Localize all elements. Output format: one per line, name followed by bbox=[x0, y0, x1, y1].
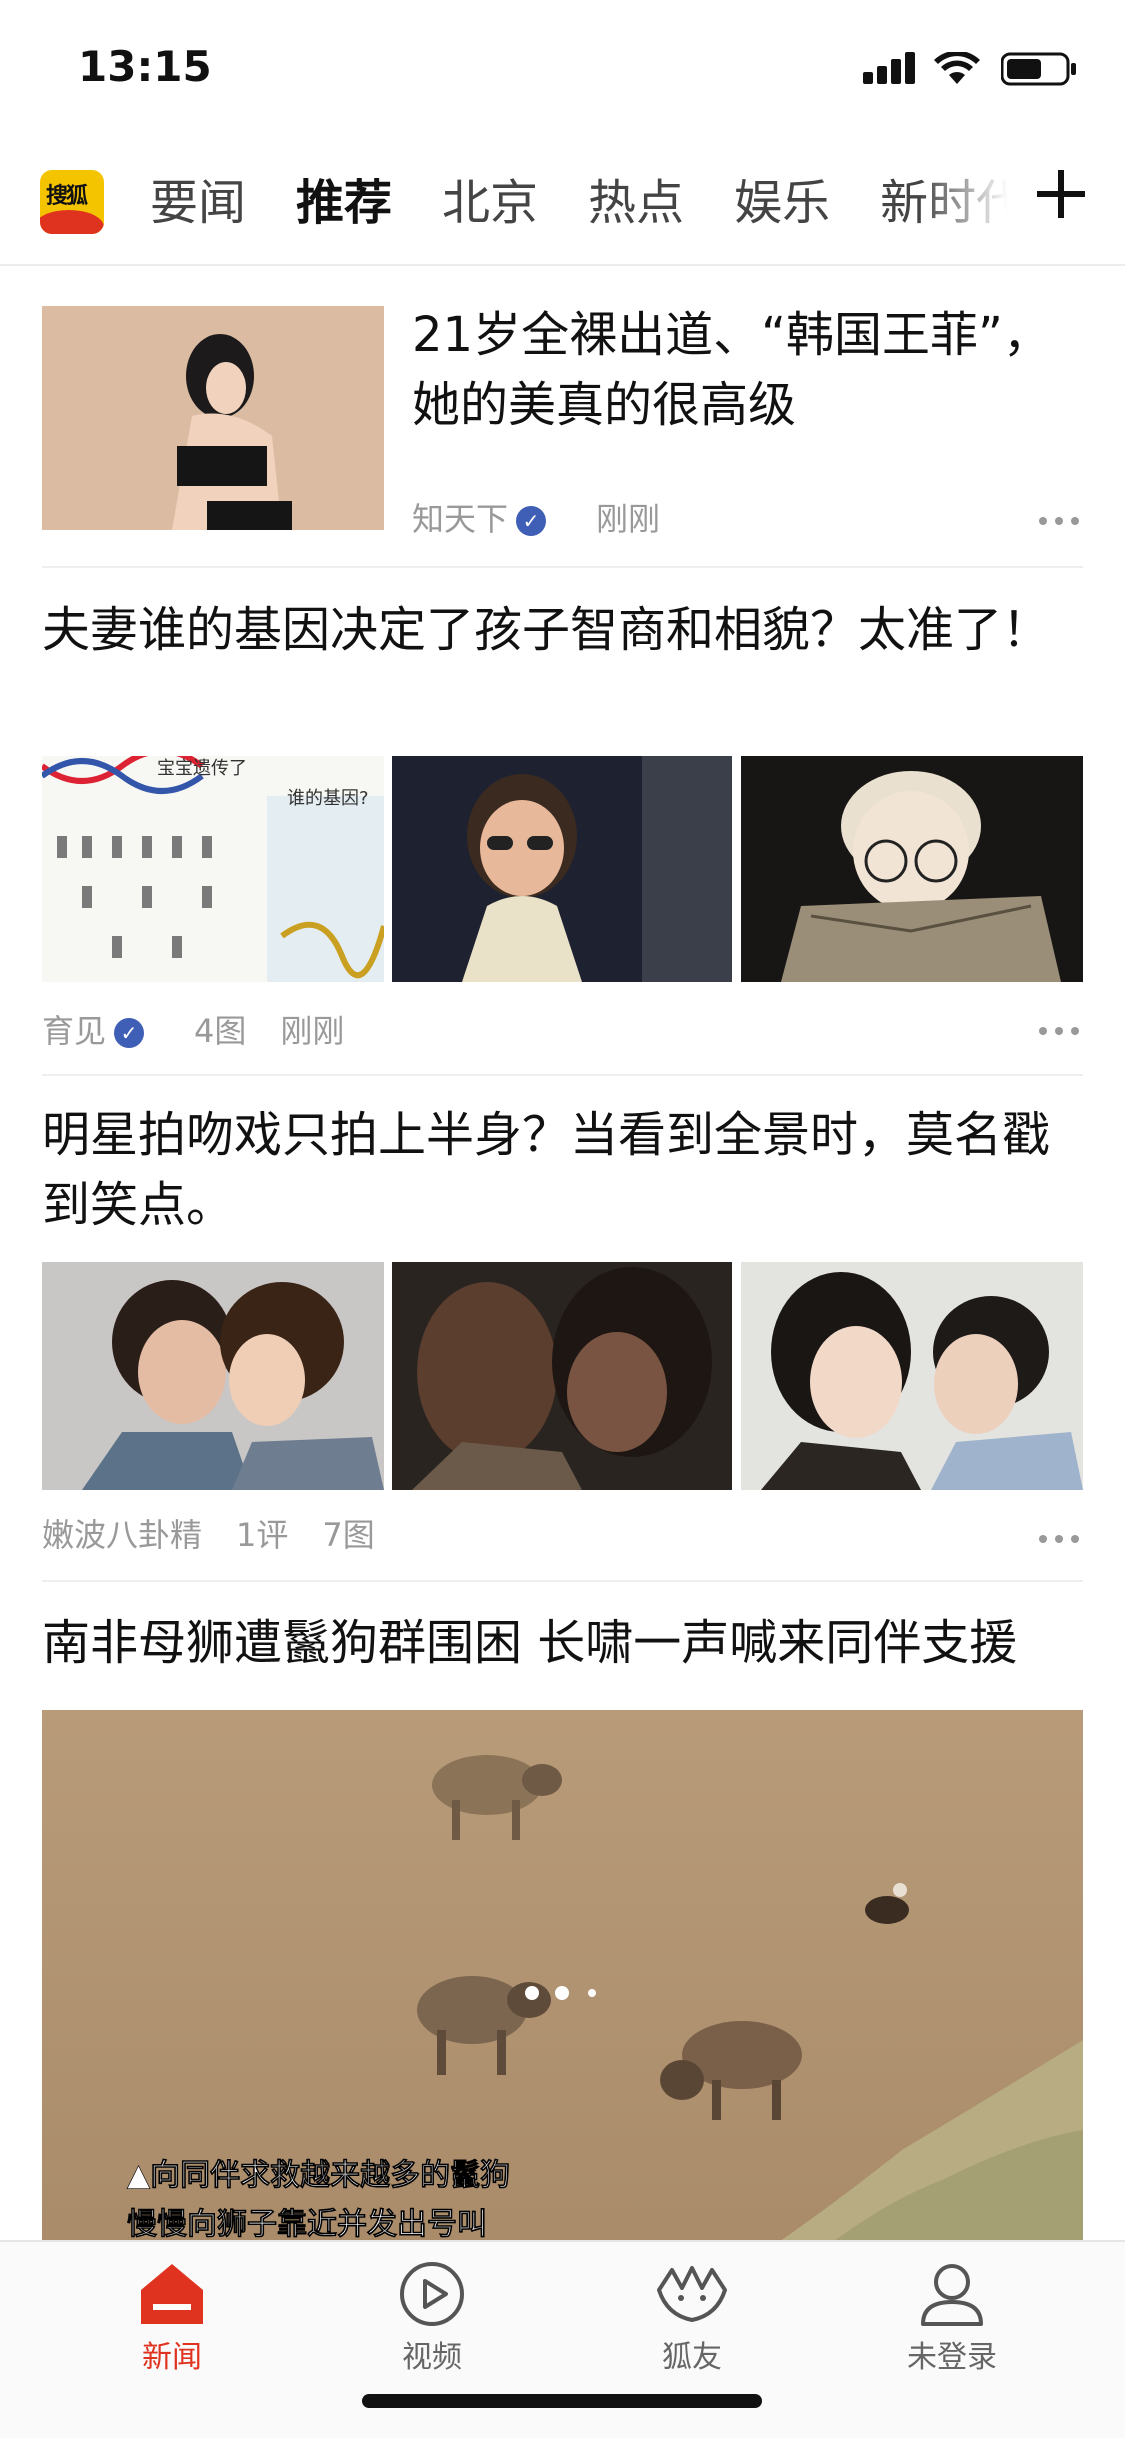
article-2-meta: 育见 ✓ 4图 刚刚 bbox=[42, 1006, 378, 1052]
article-3-comments[interactable]: 1评 bbox=[236, 1516, 288, 1554]
article-3-image-3[interactable] bbox=[741, 1262, 1083, 1490]
article-1-meta: 知天下 ✓ 刚刚 bbox=[412, 494, 694, 540]
article-3-title[interactable]: 明星拍吻戏只拍上半身？当看到全景时，莫名戳到笑点。 bbox=[42, 1100, 1083, 1240]
bottom-tab-account-label: 未登录 bbox=[907, 2340, 997, 2375]
article-2[interactable]: 夫妻谁的基因决定了孩子智商和相貌？太准了！ bbox=[42, 595, 1083, 665]
tabs-fade bbox=[920, 140, 1030, 262]
bottom-tab-video-label: 视频 bbox=[402, 2340, 462, 2375]
verified-badge-icon: ✓ bbox=[516, 506, 547, 536]
status-time: 13:15 bbox=[78, 42, 212, 91]
article-3-image-2[interactable] bbox=[392, 1262, 732, 1490]
video-caption-line-1: ▲向同伴求救越来越多的鬣狗 bbox=[127, 2158, 510, 2193]
logo-swoosh bbox=[40, 210, 104, 234]
article-3[interactable]: 明星拍吻戏只拍上半身？当看到全景时，莫名戳到笑点。 bbox=[42, 1100, 1083, 1240]
article-2-time: 刚刚 bbox=[280, 1012, 345, 1050]
bottom-tab-fox-friends-label: 狐友 bbox=[662, 2340, 722, 2375]
article-3-meta: 嫩波八卦精 1评 7图 bbox=[42, 1510, 409, 1556]
home-indicator[interactable] bbox=[362, 2394, 762, 2408]
battery-icon bbox=[1001, 52, 1076, 86]
article-4-video-thumbnail[interactable]: ▲向同伴求救越来越多的鬣狗 慢慢向狮子靠近并发出号叫 bbox=[42, 1710, 1083, 2300]
add-channel-icon[interactable] bbox=[1033, 166, 1089, 222]
tab-beijing[interactable]: 北京 bbox=[442, 170, 538, 236]
article-1-thumbnail[interactable] bbox=[42, 306, 384, 530]
user-icon bbox=[921, 2264, 983, 2326]
verified-badge-icon: ✓ bbox=[114, 1018, 145, 1048]
fox-friends-icon bbox=[657, 2266, 727, 2322]
divider bbox=[42, 1074, 1083, 1076]
article-2-image-2[interactable] bbox=[392, 756, 732, 982]
divider bbox=[42, 1580, 1083, 1582]
sohu-logo[interactable]: 搜狐 bbox=[40, 170, 104, 234]
logo-text: 搜狐 bbox=[46, 184, 88, 209]
divider bbox=[42, 566, 1083, 568]
tab-yule[interactable]: 娱乐 bbox=[734, 170, 830, 236]
article-2-image-3[interactable] bbox=[741, 756, 1083, 982]
article-2-source[interactable]: 育见 bbox=[42, 1012, 106, 1050]
bottom-tab-news-label: 新闻 bbox=[142, 2340, 202, 2375]
article-3-image-count: 7图 bbox=[322, 1516, 375, 1554]
article-1-source[interactable]: 知天下 bbox=[412, 500, 508, 538]
video-caption-line-2: 慢慢向狮子靠近并发出号叫 bbox=[127, 2207, 487, 2242]
article-1[interactable]: 21岁全裸出道、“韩国王菲”，她的美真的很高级 bbox=[412, 300, 1072, 440]
carousel-dot-3 bbox=[588, 1989, 596, 1997]
status-bar: 13:15 bbox=[0, 0, 1125, 140]
bottom-tab-news[interactable]: 新闻 bbox=[92, 2260, 252, 2376]
cellular-signal-icon bbox=[863, 52, 919, 84]
image-text-1: 宝宝遗传了 bbox=[157, 758, 247, 779]
article-2-more-icon[interactable] bbox=[1039, 1020, 1083, 1035]
article-3-source[interactable]: 嫩波八卦精 bbox=[42, 1516, 202, 1554]
bottom-tab-bar: 新闻 视频 狐友 未登录 bbox=[0, 2240, 1125, 2438]
article-4[interactable]: 南非母狮遭鬣狗群围困 长啸一声喊来同伴支援 bbox=[42, 1608, 1083, 1678]
article-3-image-1[interactable] bbox=[42, 1262, 384, 1490]
wifi-icon bbox=[934, 52, 980, 84]
tab-yaowen[interactable]: 要闻 bbox=[150, 170, 246, 236]
article-1-title[interactable]: 21岁全裸出道、“韩国王菲”，她的美真的很高级 bbox=[412, 300, 1072, 440]
article-4-title[interactable]: 南非母狮遭鬣狗群围困 长啸一声喊来同伴支援 bbox=[42, 1608, 1083, 1678]
article-3-more-icon[interactable] bbox=[1039, 1528, 1083, 1543]
bottom-tab-account[interactable]: 未登录 bbox=[872, 2260, 1032, 2376]
article-2-image-1[interactable]: 宝宝遗传了 谁的基因? bbox=[42, 756, 384, 982]
status-icons bbox=[847, 52, 1077, 92]
home-icon bbox=[141, 2264, 203, 2324]
image-text-2: 谁的基因? bbox=[287, 788, 369, 809]
tab-tuijian[interactable]: 推荐 bbox=[296, 170, 392, 236]
play-icon bbox=[400, 2262, 464, 2326]
bottom-tab-fox-friends[interactable]: 狐友 bbox=[612, 2260, 772, 2376]
carousel-dot-1 bbox=[525, 1986, 539, 2000]
tab-redian[interactable]: 热点 bbox=[588, 170, 684, 236]
channel-tabs: 要闻推荐北京热点娱乐新时代 bbox=[150, 170, 1020, 240]
article-2-title[interactable]: 夫妻谁的基因决定了孩子智商和相貌？太准了！ bbox=[42, 595, 1083, 665]
carousel-dot-2 bbox=[555, 1986, 569, 2000]
article-1-time: 刚刚 bbox=[596, 500, 661, 538]
bottom-tab-video[interactable]: 视频 bbox=[352, 2260, 512, 2376]
article-1-more-icon[interactable] bbox=[1039, 510, 1083, 525]
article-2-image-count: 4图 bbox=[194, 1012, 247, 1050]
